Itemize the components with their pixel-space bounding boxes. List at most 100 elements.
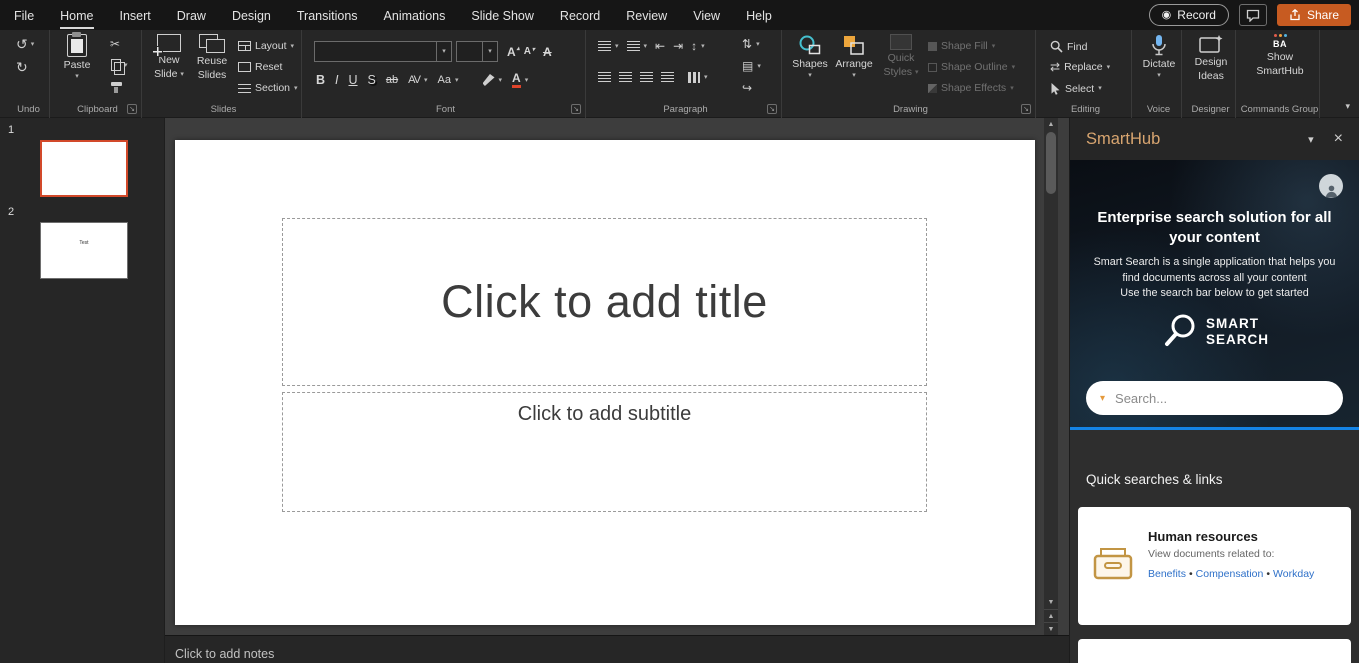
bullets-button[interactable]: ▾ bbox=[598, 41, 619, 52]
character-spacing-button[interactable]: AV▾ bbox=[408, 74, 427, 86]
italic-button[interactable]: I bbox=[335, 73, 338, 87]
shape-fill-button[interactable]: Shape Fill▾ bbox=[928, 40, 995, 52]
decrease-font-size-button[interactable]: A▾ bbox=[524, 46, 535, 57]
scrollbar-thumb[interactable] bbox=[1046, 132, 1056, 194]
quick-styles-label-2: Styles bbox=[883, 66, 912, 78]
quick-search-card-human-resources[interactable]: Human resources View documents related t… bbox=[1078, 507, 1351, 625]
copy-icon[interactable] bbox=[111, 59, 121, 71]
section-button[interactable]: Section▾ bbox=[238, 82, 298, 94]
arrange-button[interactable]: Arrange ▾ bbox=[832, 34, 876, 79]
format-painter-icon[interactable] bbox=[111, 82, 122, 86]
previous-slide-button[interactable]: ▲ bbox=[1044, 609, 1058, 622]
shape-outline-button[interactable]: Shape Outline▾ bbox=[928, 61, 1015, 73]
layout-button[interactable]: Layout▾ bbox=[238, 40, 294, 52]
link-workday[interactable]: Workday bbox=[1273, 568, 1314, 580]
comments-button[interactable] bbox=[1239, 4, 1267, 26]
paste-button[interactable]: Paste ▾ bbox=[56, 34, 98, 80]
bold-button[interactable]: B bbox=[316, 73, 325, 87]
smarthub-close-icon[interactable]: × bbox=[1334, 131, 1343, 147]
vertical-scrollbar[interactable]: ▲ ▼ ▲ ▼ bbox=[1044, 118, 1058, 635]
strikethrough-button[interactable]: ab bbox=[386, 74, 398, 86]
reset-button[interactable]: Reset bbox=[238, 61, 282, 73]
align-right-icon[interactable] bbox=[640, 72, 653, 83]
smarthub-options-dropdown-icon[interactable]: ▾ bbox=[1308, 133, 1314, 146]
next-slide-button[interactable]: ▼ bbox=[1044, 622, 1058, 635]
align-text-button[interactable]: ▤▾ bbox=[742, 60, 761, 72]
drawing-dialog-launcher[interactable]: ↘ bbox=[1021, 104, 1031, 114]
select-button[interactable]: Select▾ bbox=[1050, 82, 1102, 95]
underline-button[interactable]: U bbox=[349, 73, 358, 87]
slide-thumbnail-2[interactable]: Test bbox=[40, 222, 128, 279]
shape-effects-button[interactable]: Shape Effects▾ bbox=[928, 82, 1014, 94]
quick-styles-button[interactable]: Quick Styles▾ bbox=[880, 34, 922, 78]
clipboard-dialog-launcher[interactable]: ↘ bbox=[127, 104, 137, 114]
paragraph-dialog-launcher[interactable]: ↘ bbox=[767, 104, 777, 114]
replace-button[interactable]: ⇄Replace▾ bbox=[1050, 61, 1110, 73]
menu-tab-transitions[interactable]: Transitions bbox=[297, 2, 358, 29]
change-case-button[interactable]: Aa▾ bbox=[438, 74, 459, 86]
cut-icon[interactable]: ✂ bbox=[110, 38, 120, 50]
design-ideas-button[interactable]: Design Ideas bbox=[1189, 34, 1233, 82]
decrease-indent-icon[interactable]: ⇤ bbox=[655, 40, 665, 52]
search-input[interactable] bbox=[1115, 391, 1329, 406]
numbering-button[interactable]: ▾ bbox=[627, 41, 648, 52]
undo-icon[interactable]: ↺ bbox=[16, 37, 28, 51]
text-shadow-button[interactable]: S bbox=[368, 73, 376, 87]
menu-tab-record[interactable]: Record bbox=[560, 2, 600, 29]
font-name-combobox[interactable]: ▾ bbox=[314, 41, 452, 62]
dictate-button[interactable]: Dictate ▾ bbox=[1137, 34, 1181, 79]
align-text-icon: ▤ bbox=[742, 60, 753, 72]
reuse-slides-button[interactable]: Reuse Slides bbox=[190, 34, 234, 81]
menu-tab-help[interactable]: Help bbox=[746, 2, 772, 29]
subtitle-placeholder[interactable]: Click to add subtitle bbox=[282, 392, 927, 512]
menu-tab-draw[interactable]: Draw bbox=[177, 2, 206, 29]
notes-pane[interactable]: Click to add notes bbox=[165, 635, 1069, 663]
link-compensation[interactable]: Compensation bbox=[1196, 568, 1264, 580]
menu-tab-design[interactable]: Design bbox=[232, 2, 271, 29]
drawing-group-label: Drawing bbox=[786, 104, 1035, 115]
menu-tab-file[interactable]: File bbox=[14, 2, 34, 29]
scroll-up-button[interactable]: ▲ bbox=[1044, 118, 1058, 131]
slide-thumbnail-1[interactable] bbox=[40, 140, 128, 197]
share-button[interactable]: Share bbox=[1277, 4, 1351, 26]
search-scope-dropdown-icon[interactable]: ▾ bbox=[1100, 393, 1105, 404]
align-center-icon[interactable] bbox=[619, 72, 632, 83]
slide-editor[interactable]: Click to add title Click to add subtitle bbox=[175, 140, 1035, 625]
convert-to-smartart-icon[interactable]: ↪ bbox=[742, 82, 752, 94]
justify-icon[interactable] bbox=[661, 72, 674, 83]
menu-tab-animations[interactable]: Animations bbox=[384, 2, 446, 29]
link-benefits[interactable]: Benefits bbox=[1148, 568, 1186, 580]
font-dialog-launcher[interactable]: ↘ bbox=[571, 104, 581, 114]
columns-button[interactable]: ▾ bbox=[688, 72, 708, 83]
text-highlight-button[interactable]: ▾ bbox=[483, 74, 503, 86]
font-size-dropdown-icon[interactable]: ▾ bbox=[482, 42, 497, 61]
clear-formatting-button[interactable]: A bbox=[543, 45, 552, 59]
record-button[interactable]: ◉ Record bbox=[1149, 4, 1229, 26]
title-placeholder[interactable]: Click to add title bbox=[282, 218, 927, 386]
redo-icon[interactable]: ↻ bbox=[16, 60, 28, 74]
menu-tab-insert[interactable]: Insert bbox=[120, 2, 151, 29]
menu-tab-view[interactable]: View bbox=[693, 2, 720, 29]
show-smarthub-button[interactable]: BA Show SmartHub bbox=[1249, 34, 1311, 77]
smarthub-search-bar[interactable]: ▾ bbox=[1086, 381, 1343, 415]
menu-tab-slide-show[interactable]: Slide Show bbox=[471, 2, 534, 29]
undo-dropdown-icon[interactable]: ▾ bbox=[31, 41, 35, 48]
find-button[interactable]: Find bbox=[1050, 40, 1087, 53]
new-slide-button[interactable]: New Slide▾ bbox=[148, 34, 190, 80]
line-spacing-button[interactable]: ↕▾ bbox=[691, 40, 705, 52]
menu-tab-home[interactable]: Home bbox=[60, 2, 93, 29]
shapes-button[interactable]: Shapes ▾ bbox=[790, 34, 830, 79]
align-left-icon[interactable] bbox=[598, 72, 611, 83]
share-icon bbox=[1289, 9, 1301, 21]
collapse-ribbon-button[interactable]: ▾ bbox=[1345, 101, 1350, 112]
slide-number-1: 1 bbox=[8, 124, 14, 136]
font-size-combobox[interactable]: ▾ bbox=[456, 41, 498, 62]
text-direction-button[interactable]: ⇅▾ bbox=[742, 38, 760, 50]
increase-indent-icon[interactable]: ⇥ bbox=[673, 40, 683, 52]
font-name-dropdown-icon[interactable]: ▾ bbox=[436, 42, 451, 61]
menu-tab-review[interactable]: Review bbox=[626, 2, 667, 29]
scroll-down-button[interactable]: ▼ bbox=[1044, 596, 1058, 609]
font-color-button[interactable]: A▾ bbox=[512, 72, 528, 88]
quick-search-card-partial[interactable] bbox=[1078, 639, 1351, 663]
increase-font-size-button[interactable]: A▴ bbox=[507, 45, 520, 59]
